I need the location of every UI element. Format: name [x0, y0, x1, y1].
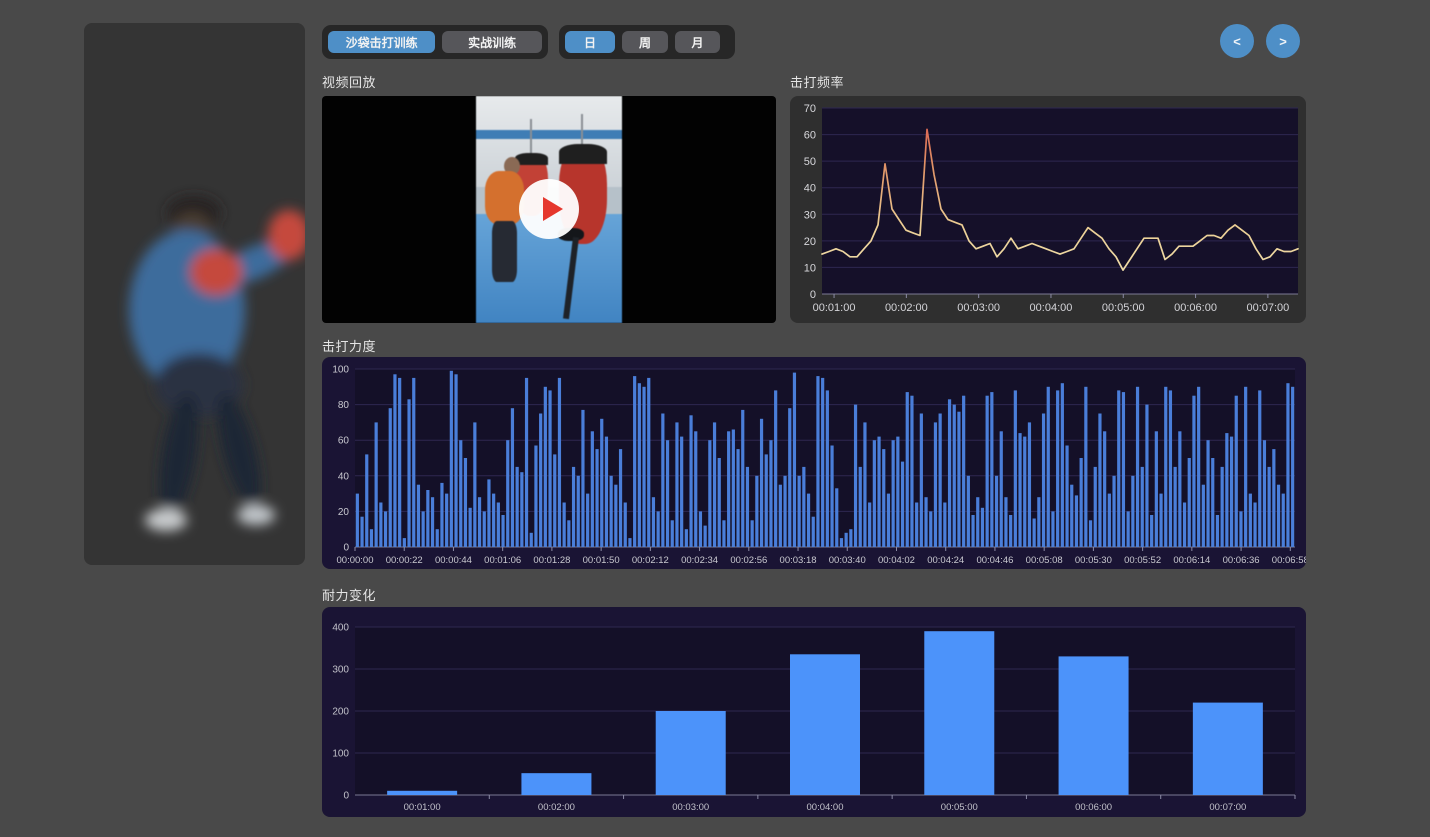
- svg-text:00:01:28: 00:01:28: [533, 555, 570, 566]
- nav-previous-button[interactable]: <: [1220, 24, 1254, 58]
- svg-text:00:02:34: 00:02:34: [681, 555, 718, 566]
- bag-chain: [530, 119, 532, 153]
- svg-text:00:05:08: 00:05:08: [1026, 555, 1063, 566]
- chevron-left-icon: <: [1233, 34, 1241, 49]
- svg-text:20: 20: [338, 507, 350, 518]
- play-button[interactable]: [518, 178, 580, 240]
- svg-text:00:03:18: 00:03:18: [780, 555, 817, 566]
- svg-text:0: 0: [343, 543, 349, 554]
- period-button-month[interactable]: 月: [675, 31, 720, 53]
- svg-text:00:05:30: 00:05:30: [1075, 555, 1112, 566]
- svg-text:70: 70: [804, 103, 816, 115]
- svg-text:00:01:00: 00:01:00: [404, 802, 441, 813]
- mode-button-sandbag[interactable]: 沙袋击打训练: [328, 31, 435, 53]
- play-icon: [518, 178, 580, 240]
- svg-text:60: 60: [338, 436, 350, 447]
- svg-text:40: 40: [804, 183, 816, 195]
- svg-text:80: 80: [338, 400, 350, 411]
- svg-text:00:05:00: 00:05:00: [941, 802, 978, 813]
- period-button-day[interactable]: 日: [565, 31, 615, 53]
- svg-text:300: 300: [332, 665, 349, 676]
- svg-text:00:04:02: 00:04:02: [878, 555, 915, 566]
- svg-text:00:03:00: 00:03:00: [957, 302, 1000, 314]
- svg-text:00:04:00: 00:04:00: [1030, 302, 1073, 314]
- video-section-title: 视频回放: [322, 72, 376, 91]
- video-player: [322, 96, 776, 323]
- svg-text:10: 10: [804, 262, 816, 274]
- svg-text:200: 200: [332, 707, 349, 718]
- svg-text:100: 100: [332, 365, 349, 376]
- svg-text:100: 100: [332, 749, 349, 760]
- svg-text:00:01:00: 00:01:00: [813, 302, 856, 314]
- svg-text:00:02:00: 00:02:00: [885, 302, 928, 314]
- mode-button-sparring[interactable]: 实战训练: [442, 31, 542, 53]
- svg-text:00:04:00: 00:04:00: [807, 802, 844, 813]
- bag-chain: [581, 114, 583, 144]
- svg-text:400: 400: [332, 623, 349, 634]
- svg-text:60: 60: [804, 130, 816, 142]
- endurance-bar-chart: 0 100 200 300 400 00:01:00 00:02:00 00:03:00 00:…: [322, 607, 1306, 817]
- endurance-chart-title: 耐力变化: [322, 585, 376, 604]
- svg-text:00:03:40: 00:03:40: [829, 555, 866, 566]
- dashboard: 沙袋击打训练 实战训练 日 周 月 < > 视频回放: [0, 0, 1430, 837]
- svg-text:00:04:24: 00:04:24: [927, 555, 964, 566]
- svg-text:00:05:00: 00:05:00: [1102, 302, 1145, 314]
- nav-next-button[interactable]: >: [1266, 24, 1300, 58]
- svg-text:00:07:00: 00:07:00: [1246, 302, 1289, 314]
- svg-text:00:02:12: 00:02:12: [632, 555, 669, 566]
- svg-text:00:04:46: 00:04:46: [976, 555, 1013, 566]
- svg-text:00:06:58: 00:06:58: [1272, 555, 1306, 566]
- svg-text:00:00:00: 00:00:00: [337, 555, 374, 566]
- svg-text:0: 0: [810, 289, 816, 301]
- svg-text:0: 0: [343, 791, 349, 802]
- svg-text:00:00:22: 00:00:22: [386, 555, 423, 566]
- gym-beam: [476, 130, 622, 139]
- frequency-line-chart: 0 10 20 30 40 50 60 70 00:01:00 00:02:00 00:03:00 0…: [790, 96, 1306, 323]
- svg-text:00:06:36: 00:06:36: [1223, 555, 1260, 566]
- period-group: 日 周 月: [559, 25, 735, 59]
- period-button-week[interactable]: 周: [622, 31, 668, 53]
- svg-text:00:01:50: 00:01:50: [583, 555, 620, 566]
- training-mode-group: 沙袋击打训练 实战训练: [322, 25, 548, 59]
- svg-text:00:02:56: 00:02:56: [730, 555, 767, 566]
- svg-text:30: 30: [804, 209, 816, 221]
- force-chart-title: 击打力度: [322, 336, 376, 355]
- svg-text:00:05:52: 00:05:52: [1124, 555, 1161, 566]
- athlete-legs: [492, 221, 517, 282]
- svg-text:40: 40: [338, 471, 350, 482]
- svg-text:00:00:44: 00:00:44: [435, 555, 472, 566]
- frequency-chart-title: 击打频率: [790, 72, 844, 91]
- svg-text:00:06:00: 00:06:00: [1075, 802, 1112, 813]
- svg-text:00:01:06: 00:01:06: [484, 555, 521, 566]
- svg-text:00:06:14: 00:06:14: [1173, 555, 1210, 566]
- boxer-figure-image: [84, 23, 305, 565]
- svg-text:00:03:00: 00:03:00: [672, 802, 709, 813]
- chevron-right-icon: >: [1279, 34, 1287, 49]
- svg-text:50: 50: [804, 156, 816, 168]
- svg-text:00:07:00: 00:07:00: [1209, 802, 1246, 813]
- svg-text:00:06:00: 00:06:00: [1174, 302, 1217, 314]
- force-bar-chart: 0 20 40 60 80 100 00:00:00 00:00:22 00:00:44 00:0…: [322, 357, 1306, 569]
- svg-text:00:02:00: 00:02:00: [538, 802, 575, 813]
- svg-text:20: 20: [804, 236, 816, 248]
- boxer-figure-panel: [84, 23, 305, 565]
